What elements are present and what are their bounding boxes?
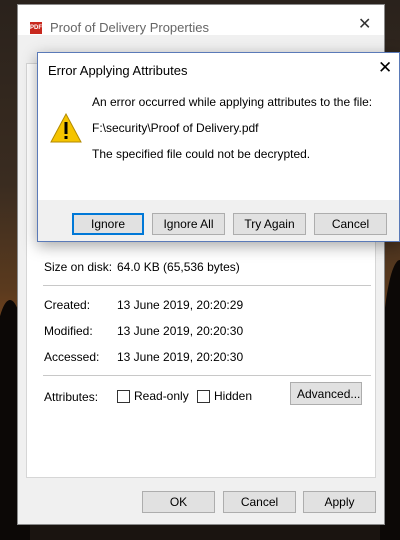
divider: [43, 285, 371, 286]
properties-title: Proof of Delivery Properties: [50, 20, 209, 35]
size-on-disk-value: 64.0 KB (65,536 bytes): [117, 260, 240, 274]
error-message: An error occurred while applying attribu…: [92, 95, 373, 109]
apply-button[interactable]: Apply: [303, 491, 376, 513]
readonly-checkbox-box[interactable]: [117, 389, 130, 403]
readonly-checkbox[interactable]: Read-only: [117, 389, 189, 403]
try-again-button[interactable]: Try Again: [233, 213, 306, 235]
size-on-disk-label: Size on disk:: [44, 260, 113, 274]
readonly-checkbox-label: Read-only: [134, 389, 189, 403]
cancel-button[interactable]: Cancel: [223, 491, 296, 513]
created-label: Created:: [44, 298, 91, 312]
divider: [43, 375, 371, 376]
hidden-checkbox-label: Hidden: [214, 389, 253, 403]
attributes-label: Attributes:: [44, 390, 99, 404]
error-dialog: Error Applying Attributes ✕ An error occ…: [37, 52, 400, 242]
ignore-button[interactable]: Ignore: [72, 213, 144, 235]
ignore-all-button[interactable]: Ignore All: [152, 213, 225, 235]
created-value: 13 June 2019, 20:20:29: [117, 298, 244, 312]
accessed-label: Accessed:: [44, 350, 100, 364]
close-icon[interactable]: ✕: [358, 17, 371, 33]
advanced-button[interactable]: Advanced...: [290, 382, 362, 405]
close-icon[interactable]: ✕: [378, 59, 392, 76]
ok-button[interactable]: OK: [142, 491, 215, 513]
error-detail: The specified file could not be decrypte…: [92, 147, 311, 161]
hidden-checkbox-box[interactable]: [197, 389, 210, 403]
error-file-path: F:\security\Proof of Delivery.pdf: [92, 121, 259, 135]
modified-label: Modified:: [44, 324, 93, 338]
modified-value: 13 June 2019, 20:20:30: [117, 324, 244, 338]
error-dialog-title: Error Applying Attributes: [48, 63, 188, 78]
properties-titlebar[interactable]: PDF Proof of Delivery Properties ✕: [18, 5, 384, 35]
hidden-checkbox[interactable]: Hidden: [197, 389, 252, 403]
pdf-file-icon: PDF: [30, 22, 42, 34]
error-dialog-titlebar[interactable]: Error Applying Attributes ✕: [38, 53, 399, 84]
accessed-value: 13 June 2019, 20:20:30: [117, 350, 244, 364]
warning-icon: [50, 113, 82, 143]
error-cancel-button[interactable]: Cancel: [314, 213, 387, 235]
